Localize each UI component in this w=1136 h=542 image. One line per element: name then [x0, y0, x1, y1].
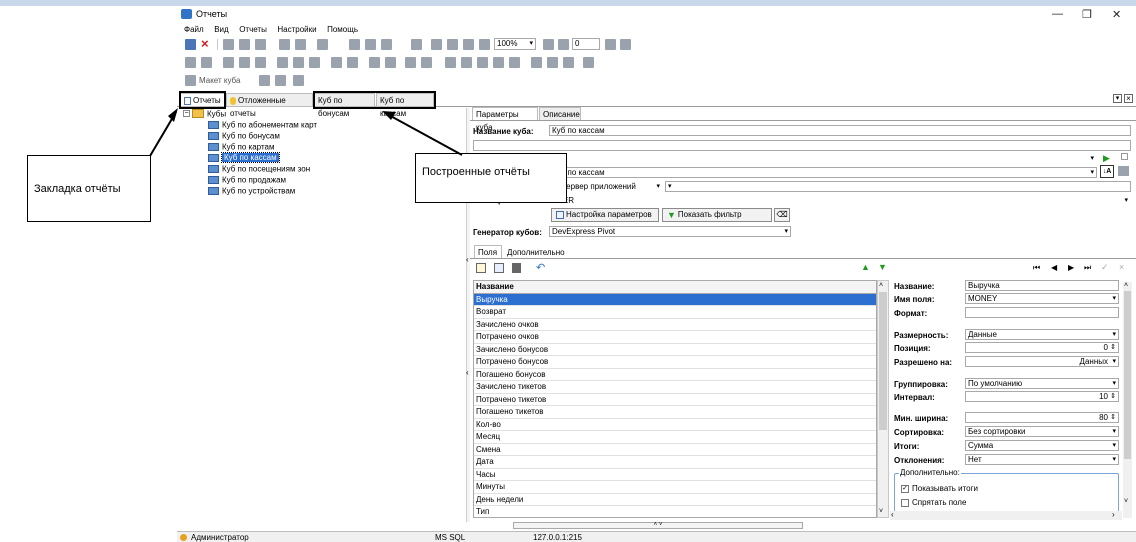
arrow-built-tabs: [386, 113, 463, 156]
callout-arrows: [149, 108, 463, 157]
arrow-head-reports: [168, 108, 178, 122]
